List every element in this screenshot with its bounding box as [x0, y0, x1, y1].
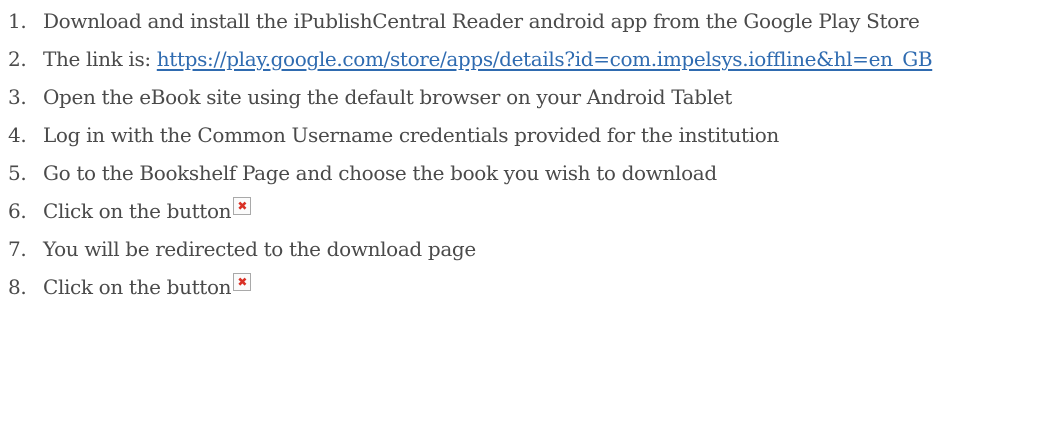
step-3: 3. Open the eBook site using the default…	[0, 78, 1033, 116]
step-1: 1. Download and install the iPublishCent…	[0, 2, 1033, 40]
broken-image-x-icon: ✖	[237, 199, 248, 213]
step-number: 1.	[8, 9, 27, 33]
step-number: 6.	[8, 199, 27, 223]
step-number: 2.	[8, 47, 27, 71]
broken-image-icon: ✖	[233, 197, 252, 215]
step-number: 5.	[8, 161, 27, 185]
step-number: 8.	[8, 275, 27, 299]
step-text: Click on the button	[43, 199, 232, 223]
step-text: Download and install the iPublishCentral…	[43, 9, 920, 33]
step-7: 7. You will be redirected to the downloa…	[0, 230, 1033, 268]
step-number: 3.	[8, 85, 27, 109]
step-2: 2. The link is: https://play.google.com/…	[0, 40, 1033, 78]
step-8: 8. Click on the button ✖	[0, 268, 1033, 306]
google-play-store-link[interactable]: https://play.google.com/store/apps/detai…	[157, 47, 933, 71]
step-text: Click on the button	[43, 275, 232, 299]
instruction-steps-list: 1. Download and install the iPublishCent…	[0, 2, 1044, 306]
step-text: Go to the Bookshelf Page and choose the …	[43, 161, 717, 185]
step-text: Open the eBook site using the default br…	[43, 85, 732, 109]
step-number: 4.	[8, 123, 27, 147]
step-text: Log in with the Common Username credenti…	[43, 123, 779, 147]
step-6: 6. Click on the button ✖	[0, 192, 1033, 230]
broken-image-icon: ✖	[233, 273, 252, 291]
step-text: The link is:	[43, 47, 157, 71]
step-number: 7.	[8, 237, 27, 261]
step-text: You will be redirected to the download p…	[43, 237, 476, 261]
broken-image-x-icon: ✖	[237, 275, 248, 289]
step-4: 4. Log in with the Common Username crede…	[0, 116, 1033, 154]
step-5: 5. Go to the Bookshelf Page and choose t…	[0, 154, 1033, 192]
